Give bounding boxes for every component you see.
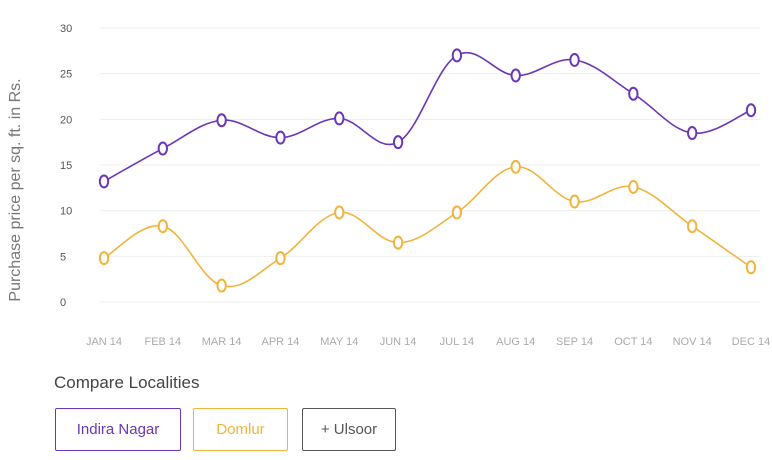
compare-localities-title: Compare Localities: [54, 373, 200, 392]
x-tick-label: AUG 14: [496, 336, 535, 348]
y-tick-label: 5: [60, 251, 66, 263]
data-point: [451, 205, 463, 220]
series-line-indira-nagar: [103, 52, 752, 183]
x-tick-label: MAY 14: [320, 336, 358, 348]
data-point: [157, 219, 169, 234]
data-point: [334, 111, 345, 126]
y-tick-label: 15: [60, 160, 72, 172]
series-line-domlur: [103, 166, 752, 288]
series-domlur: [98, 159, 757, 293]
locality-button-domlur[interactable]: Domlur: [193, 408, 288, 451]
x-tick-label: JUN 14: [380, 336, 417, 348]
data-point: [686, 219, 698, 234]
x-tick-label: MAR 14: [202, 336, 242, 348]
data-point: [451, 48, 463, 63]
data-point: [216, 113, 227, 128]
data-point: [392, 235, 404, 250]
data-point: [275, 251, 286, 266]
data-point: [510, 68, 521, 83]
x-tick-label: JUL 14: [440, 336, 474, 348]
data-point: [98, 174, 110, 189]
data-point: [745, 103, 757, 118]
data-point: [569, 194, 580, 209]
y-tick-label: 25: [60, 69, 72, 81]
data-point: [392, 135, 404, 150]
data-point: [628, 179, 639, 194]
locality-button-indira-nagar[interactable]: Indira Nagar: [55, 408, 181, 451]
grid-lines: [100, 27, 760, 303]
x-axis-ticks: JAN 14 FEB 14 MAR 14 APR 14 MAY 14 JUN 14 JUL …: [86, 336, 770, 348]
y-tick-label: 20: [60, 114, 72, 126]
y-tick-label: 10: [60, 206, 72, 218]
add-locality-button-ulsoor[interactable]: + Ulsoor: [302, 408, 396, 451]
data-point: [686, 126, 698, 141]
data-point: [334, 205, 345, 220]
data-point: [510, 159, 521, 174]
data-point: [569, 52, 580, 67]
line-chart: 0 5 10 15 20 25 30 JAN 14 FEB 14 MAR 14 APR 14 MAY…: [7, 23, 770, 348]
series-group: [98, 48, 757, 293]
data-point: [98, 251, 110, 266]
x-tick-label: NOV 14: [673, 336, 712, 348]
y-tick-label: 0: [60, 297, 66, 309]
data-point: [157, 141, 169, 156]
x-tick-label: OCT 14: [614, 336, 652, 348]
x-tick-label: SEP 14: [556, 336, 593, 348]
y-axis-label: Purchase price per sq. ft. in Rs.: [7, 78, 24, 301]
x-tick-label: FEB 14: [144, 336, 181, 348]
data-point: [628, 86, 639, 101]
x-tick-label: DEC 14: [732, 336, 771, 348]
data-point: [216, 278, 227, 293]
series-indira-nagar: [98, 48, 757, 189]
y-tick-label: 30: [60, 23, 72, 35]
data-point: [745, 260, 757, 275]
data-point: [275, 130, 286, 145]
x-tick-label: JAN 14: [86, 336, 122, 348]
y-axis-ticks: 0 5 10 15 20 25 30: [60, 23, 72, 309]
x-tick-label: APR 14: [261, 336, 299, 348]
